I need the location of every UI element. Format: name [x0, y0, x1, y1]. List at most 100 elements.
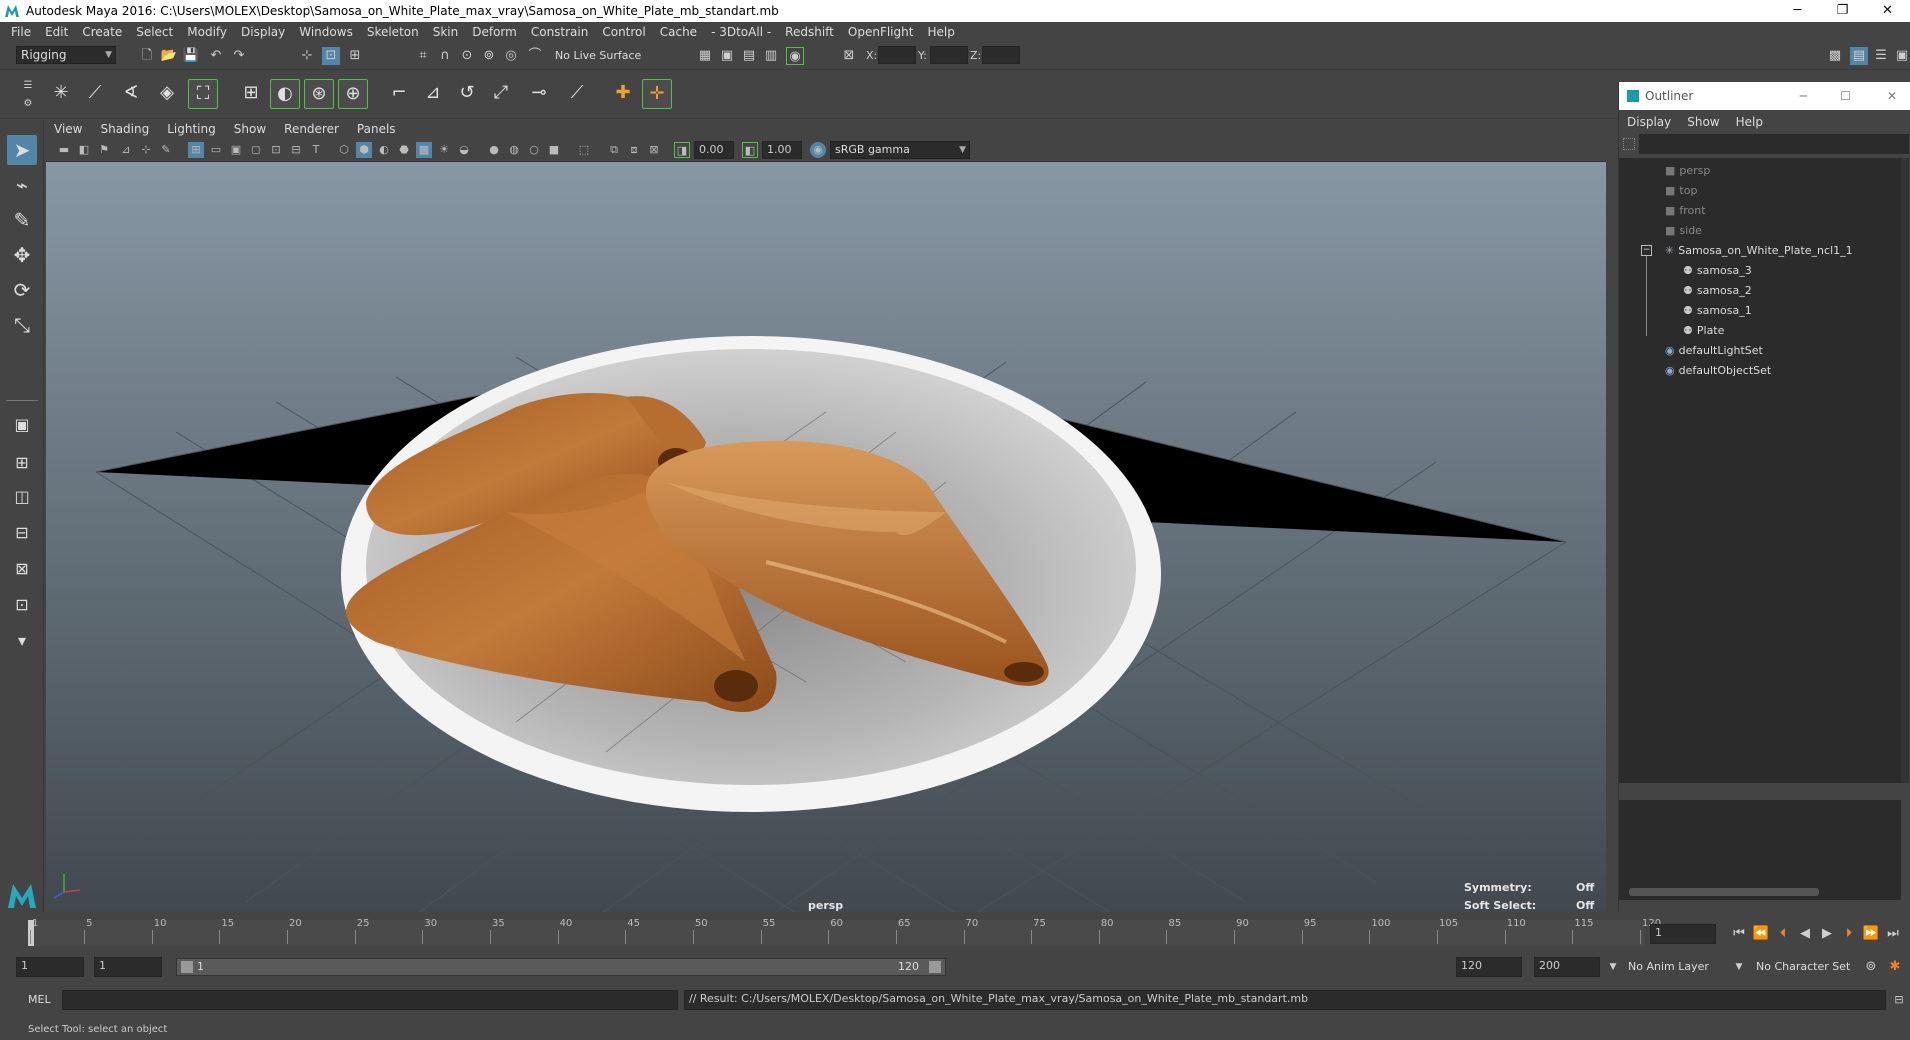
panel-menu-renderer[interactable]: Renderer [284, 122, 339, 136]
exposure-icon[interactable]: ◨ [674, 142, 690, 158]
playback-end-field[interactable]: 120 [1456, 957, 1522, 977]
resolution-gate-icon[interactable]: ▣ [228, 142, 244, 158]
rotate-tool-icon[interactable]: ⟳ [7, 275, 37, 305]
character-set-dropdown[interactable]: No Character Set [1756, 960, 1850, 973]
isolate-select-icon[interactable]: ⬚ [576, 142, 592, 158]
undo-icon[interactable]: ↶ [207, 47, 225, 65]
outliner-filter-icon[interactable] [1623, 138, 1635, 150]
select-tool-icon[interactable]: ➤ [7, 135, 37, 165]
open-scene-icon[interactable]: 📂 [160, 47, 178, 65]
menu-deform[interactable]: Deform [472, 25, 517, 39]
restore-button[interactable]: ❐ [1820, 0, 1865, 22]
more-layouts-icon[interactable]: ▾ [7, 626, 37, 656]
z-field[interactable] [982, 46, 1020, 64]
persp-graph-icon[interactable]: ⊟ [7, 518, 37, 548]
cluster-icon[interactable]: ⛶ [188, 79, 218, 109]
joint-tool-icon[interactable]: ✳ [46, 79, 76, 109]
panel-menu-view[interactable]: View [54, 122, 82, 136]
snap-surface-icon[interactable]: ◎ [502, 47, 520, 65]
snap-grid-icon[interactable]: ⌗ [414, 47, 432, 65]
move-tool-icon[interactable]: ✥ [7, 240, 37, 270]
time-slider[interactable]: 1 5 10 15 20 25 30 35 40 45 50 55 60 65 70 75 80 85 90 95 10… [0, 912, 1910, 948]
default-material-icon[interactable]: ◐ [376, 142, 392, 158]
gamma-icon[interactable]: ◧ [742, 142, 758, 158]
outliner-item-group[interactable]: ✳ Samosa_on_White_Plate_ncl1_1 [1665, 242, 1853, 260]
render-settings-icon[interactable]: ▦ [696, 47, 714, 65]
hypershade-layout-icon[interactable]: ⊠ [7, 554, 37, 584]
select-hierarchy-icon[interactable]: ⊹ [298, 47, 316, 65]
snap-view-icon[interactable]: ⊚ [480, 47, 498, 65]
channel-box-icon[interactable]: ▣ [1893, 47, 1910, 65]
point-constraint-icon[interactable]: ⊿ [418, 79, 448, 109]
play-backwards-icon[interactable]: ◀ [1796, 925, 1814, 943]
parent-constraint-icon[interactable]: ⌐ [384, 79, 414, 109]
menu-skeleton[interactable]: Skeleton [367, 25, 419, 39]
gate-mask-icon[interactable]: ◻ [248, 142, 264, 158]
step-back-frame-icon[interactable]: ⏴ [1774, 925, 1792, 943]
outliner-lower-scrollbar[interactable] [1629, 888, 1819, 896]
outliner-item-persp[interactable]: ■ persp [1665, 162, 1710, 180]
lattice-icon[interactable]: ⊞ [236, 79, 266, 109]
menu-skin[interactable]: Skin [433, 25, 459, 39]
input-mode-icon[interactable]: ⊠ [840, 47, 858, 65]
film-gate-icon[interactable]: ▭ [208, 142, 224, 158]
new-scene-icon[interactable]: 🗋 [138, 47, 156, 65]
start-time-field[interactable]: 1 [16, 957, 84, 977]
orient-constraint-icon[interactable]: ↺ [452, 79, 482, 109]
chevron-down-icon[interactable]: ▼ [1730, 958, 1748, 976]
outliner-item-top[interactable]: ■ top [1665, 182, 1697, 200]
outliner-item-samosa-2[interactable]: ⚉ samosa_2 [1683, 282, 1752, 300]
script-editor-icon[interactable]: ⊟ [1890, 991, 1908, 1009]
outliner-menu-show[interactable]: Show [1687, 115, 1719, 129]
render-current-icon[interactable]: ▣ [718, 47, 736, 65]
menu-select[interactable]: Select [136, 25, 173, 39]
four-view-icon[interactable]: ⊞ [7, 448, 37, 478]
shadows-icon[interactable]: ◒ [456, 142, 472, 158]
bookmark-icon[interactable]: ⚑ [96, 142, 112, 158]
minimize-button[interactable]: ─ [1775, 0, 1820, 22]
y-field[interactable] [930, 46, 968, 64]
panel-menu-lighting[interactable]: Lighting [167, 122, 216, 136]
outliner-item-front[interactable]: ■ front [1665, 202, 1706, 220]
step-forward-key-icon[interactable]: ⏩ [1862, 925, 1880, 943]
safe-action-icon[interactable]: ⊟ [288, 142, 304, 158]
preferences-icon[interactable]: ✱ [1886, 958, 1904, 976]
nonlinear-icon[interactable]: ◐ [270, 79, 300, 109]
x-field[interactable] [878, 46, 916, 64]
select-component-icon[interactable]: ⊞ [346, 47, 364, 65]
textured-icon[interactable]: ▩ [416, 142, 432, 158]
outliner-v-scrollbar[interactable] [1901, 158, 1909, 783]
menu-redshift[interactable]: Redshift [785, 25, 834, 39]
panel-menu-show[interactable]: Show [234, 122, 266, 136]
view-transform-dropdown[interactable]: sRGB gamma ▼ [830, 141, 970, 159]
attribute-editor-icon[interactable]: ▤ [1850, 47, 1868, 65]
auto-key-icon[interactable]: ⊚ [1862, 958, 1880, 976]
wireframe-shaded-icon[interactable]: ⬣ [396, 142, 412, 158]
xray-components-icon[interactable]: ⊠ [646, 142, 662, 158]
script-language-label[interactable]: MEL [28, 993, 51, 1006]
step-back-key-icon[interactable]: ⏪ [1752, 925, 1770, 943]
xray-joints-icon[interactable]: ⧈ [626, 142, 642, 158]
make-live-icon[interactable]: ⌒ [526, 47, 544, 65]
outliner-item-default-light-set[interactable]: ◉ defaultLightSet [1665, 342, 1763, 360]
exposure-field[interactable]: 0.00 [694, 141, 734, 159]
hik-icon[interactable]: ✛ [642, 79, 672, 109]
shelf-menu-icon[interactable]: ☰ [19, 77, 37, 95]
menu-create[interactable]: Create [82, 25, 122, 39]
menu-file[interactable]: File [11, 25, 31, 39]
anim-layer-dropdown[interactable]: No Anim Layer [1628, 960, 1709, 973]
outliner-search-input[interactable] [1639, 134, 1909, 154]
sculpt-icon[interactable]: ⊕ [338, 79, 368, 109]
ipr-render-icon[interactable]: ▤ [740, 47, 758, 65]
viewport-persp[interactable]: persp Symmetry: Off Soft Select: Off [46, 162, 1606, 912]
camera-select-icon[interactable]: ▬ [56, 142, 72, 158]
redo-icon[interactable]: ↷ [230, 47, 248, 65]
persp-outliner-icon[interactable]: ◫ [7, 482, 37, 512]
outliner-close-icon[interactable]: ✕ [1887, 82, 1897, 110]
menu-control[interactable]: Control [602, 25, 645, 39]
ssao-icon[interactable]: ● [486, 142, 502, 158]
menu-edit[interactable]: Edit [45, 25, 68, 39]
play-forwards-icon[interactable]: ▶ [1818, 925, 1836, 943]
aim-constraint-icon[interactable]: ⊸ [524, 79, 554, 109]
camera-attr-icon[interactable]: ◧ [76, 142, 92, 158]
